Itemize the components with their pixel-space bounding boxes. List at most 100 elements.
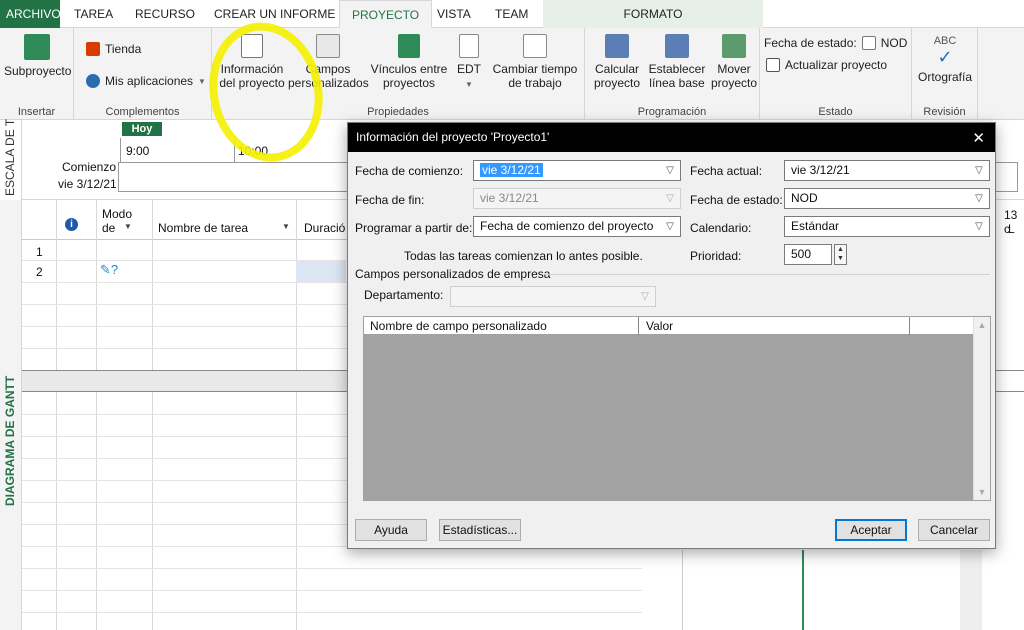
prioridad-field[interactable]: 500 [784, 244, 832, 265]
tab-formato[interactable]: FORMATO [543, 0, 763, 28]
tab-proyecto[interactable]: PROYECTO [339, 0, 433, 28]
close-icon[interactable]: ✕ [972, 129, 985, 147]
timeline-tick [120, 138, 121, 162]
mis-aplicaciones-label: Mis aplicaciones [105, 74, 194, 88]
actualizar-proyecto-button[interactable]: Actualizar proyecto [766, 58, 887, 72]
mover-label-2: proyecto [710, 76, 758, 90]
col-nombre-tarea[interactable]: Nombre de tarea [158, 221, 248, 235]
tienda-button[interactable]: Tienda [86, 42, 141, 56]
table-row [22, 568, 642, 569]
chevron-down-icon[interactable]: ▼ [282, 222, 290, 231]
manual-task-pin-icon: ✎? [100, 262, 119, 277]
selected-duration-cell[interactable] [296, 261, 346, 282]
calendario-label: Calendario: [690, 221, 752, 235]
fecha-actual-field[interactable]: vie 3/12/21 ▽ [784, 160, 990, 181]
chevron-down-icon[interactable]: ▽ [973, 161, 985, 180]
row-number-1[interactable]: 1 [36, 245, 43, 259]
project-links-icon [398, 34, 420, 58]
chevron-down-icon[interactable]: ▽ [973, 217, 985, 236]
checkmark-icon: ✓ [937, 47, 953, 67]
tab-team[interactable]: TEAM [495, 0, 528, 28]
today-marker: Hoy [122, 122, 162, 136]
scroll-down-icon[interactable]: ▼ [974, 487, 990, 497]
chevron-down-icon[interactable]: ▽ [973, 189, 985, 208]
dialog-title: Información del proyecto 'Proyecto1' [348, 123, 995, 152]
ribbon-tabs: ARCHIVO TAREA RECURSO CREAR UN INFORME P… [0, 0, 1024, 28]
ayuda-label: Ayuda [374, 523, 408, 537]
col-modo-label-2: de [102, 221, 116, 235]
timeline-start-label: Comienzo [62, 160, 117, 174]
calendario-select[interactable]: Estándar ▽ [784, 216, 990, 237]
estadisticas-button[interactable]: Estadísticas... [439, 519, 521, 541]
mover-proyecto-button[interactable]: Mover proyecto [709, 34, 759, 90]
grid-column-line [96, 200, 97, 630]
edt-button[interactable]: EDT ▼ [452, 34, 486, 92]
cambiar-tiempo-trabajo-button[interactable]: Cambiar tiempo de trabajo [488, 34, 582, 90]
baseline-icon [665, 34, 689, 58]
prioridad-value: 500 [791, 247, 812, 261]
aceptar-button[interactable]: Aceptar [835, 519, 907, 541]
prioridad-spinner[interactable]: ▲ ▼ [834, 244, 847, 265]
tab-tarea[interactable]: TAREA [74, 0, 113, 28]
info-icon[interactable]: i [65, 218, 78, 231]
scroll-up-icon[interactable]: ▲ [974, 320, 990, 330]
tab-archivo[interactable]: ARCHIVO [0, 0, 61, 28]
custom-fields-header: Nombre de campo personalizado Valor [364, 317, 990, 335]
ayuda-button[interactable]: Ayuda [355, 519, 427, 541]
mover-label-1: Mover [717, 62, 751, 76]
ortografia-button[interactable]: ABC ✓ Ortografía [914, 32, 976, 84]
establecer-label-1: Establecer [648, 62, 706, 76]
vinculos-label-2: proyectos [382, 76, 436, 90]
chevron-down-icon[interactable]: ▼ [124, 222, 132, 231]
group-label-complementos: Complementos [105, 106, 180, 118]
fecha-estado-button[interactable]: Fecha de estado: NOD [764, 36, 907, 50]
header-divider [909, 317, 910, 335]
spinner-up-icon[interactable]: ▲ [835, 245, 846, 254]
store-icon [86, 42, 100, 56]
subproyecto-button[interactable]: Subproyecto [4, 34, 71, 78]
establecer-linea-base-button[interactable]: Establecer línea base [643, 34, 711, 90]
vinculos-proyectos-button[interactable]: Vínculos entre proyectos [368, 34, 450, 90]
calculate-icon [605, 34, 629, 58]
chevron-down-icon: ▽ [641, 291, 649, 302]
tab-recurso[interactable]: RECURSO [135, 0, 195, 28]
project-info-dialog: Información del proyecto 'Proyecto1' ✕ F… [347, 122, 996, 549]
fecha-estado-label: Fecha de estado: [764, 36, 857, 50]
calcular-proyecto-button[interactable]: Calcular proyecto [589, 34, 645, 90]
tab-vista[interactable]: VISTA [437, 0, 471, 28]
custom-fields-scrollbar[interactable]: ▲ ▼ [973, 317, 990, 500]
working-time-icon [523, 34, 547, 58]
fecha-comienzo-label: Fecha de comienzo: [355, 164, 464, 178]
section-divider [544, 274, 990, 275]
apps-icon [86, 74, 100, 88]
col-valor: Valor [646, 319, 674, 333]
custom-fields-table[interactable]: Nombre de campo personalizado Valor ▲ ▼ [363, 316, 991, 501]
chevron-down-icon: ▼ [198, 76, 206, 86]
campos-empresa-heading: Campos personalizados de empresa [355, 267, 551, 281]
spinner-down-icon[interactable]: ▼ [835, 254, 846, 263]
grid-column-line [56, 200, 57, 630]
chart-day-label: L [1008, 222, 1015, 236]
col-duracion[interactable]: Duració [304, 221, 345, 235]
fecha-comienzo-field[interactable]: vie 3/12/21 ▽ [473, 160, 681, 181]
programar-select[interactable]: Fecha de comienzo del proyecto ▽ [473, 216, 681, 237]
calendario-value: Estándar [791, 219, 840, 233]
chevron-down-icon: ▼ [465, 80, 473, 89]
departamento-label: Departamento: [364, 288, 444, 302]
row-number-2[interactable]: 2 [36, 265, 43, 279]
tienda-label: Tienda [105, 42, 142, 56]
nota-text: Todas las tareas comienzan lo antes posi… [404, 249, 643, 263]
estadisticas-label: Estadísticas... [442, 523, 518, 537]
chevron-down-icon: ▽ [666, 193, 674, 204]
cancelar-button[interactable]: Cancelar [918, 519, 990, 541]
cambiar-label-1: Cambiar tiempo [492, 62, 578, 76]
fecha-estado-field[interactable]: NOD ▽ [784, 188, 990, 209]
col-nombre-campo: Nombre de campo personalizado [370, 319, 547, 333]
chevron-down-icon[interactable]: ▽ [664, 217, 676, 236]
departamento-select: ▽ [450, 286, 656, 307]
group-label-programacion: Programación [637, 106, 707, 118]
table-row [22, 590, 642, 591]
timeline-start-date: vie 3/12/21 [58, 177, 117, 191]
chevron-down-icon[interactable]: ▽ [664, 161, 676, 180]
mis-aplicaciones-button[interactable]: Mis aplicaciones ▼ [86, 74, 206, 88]
